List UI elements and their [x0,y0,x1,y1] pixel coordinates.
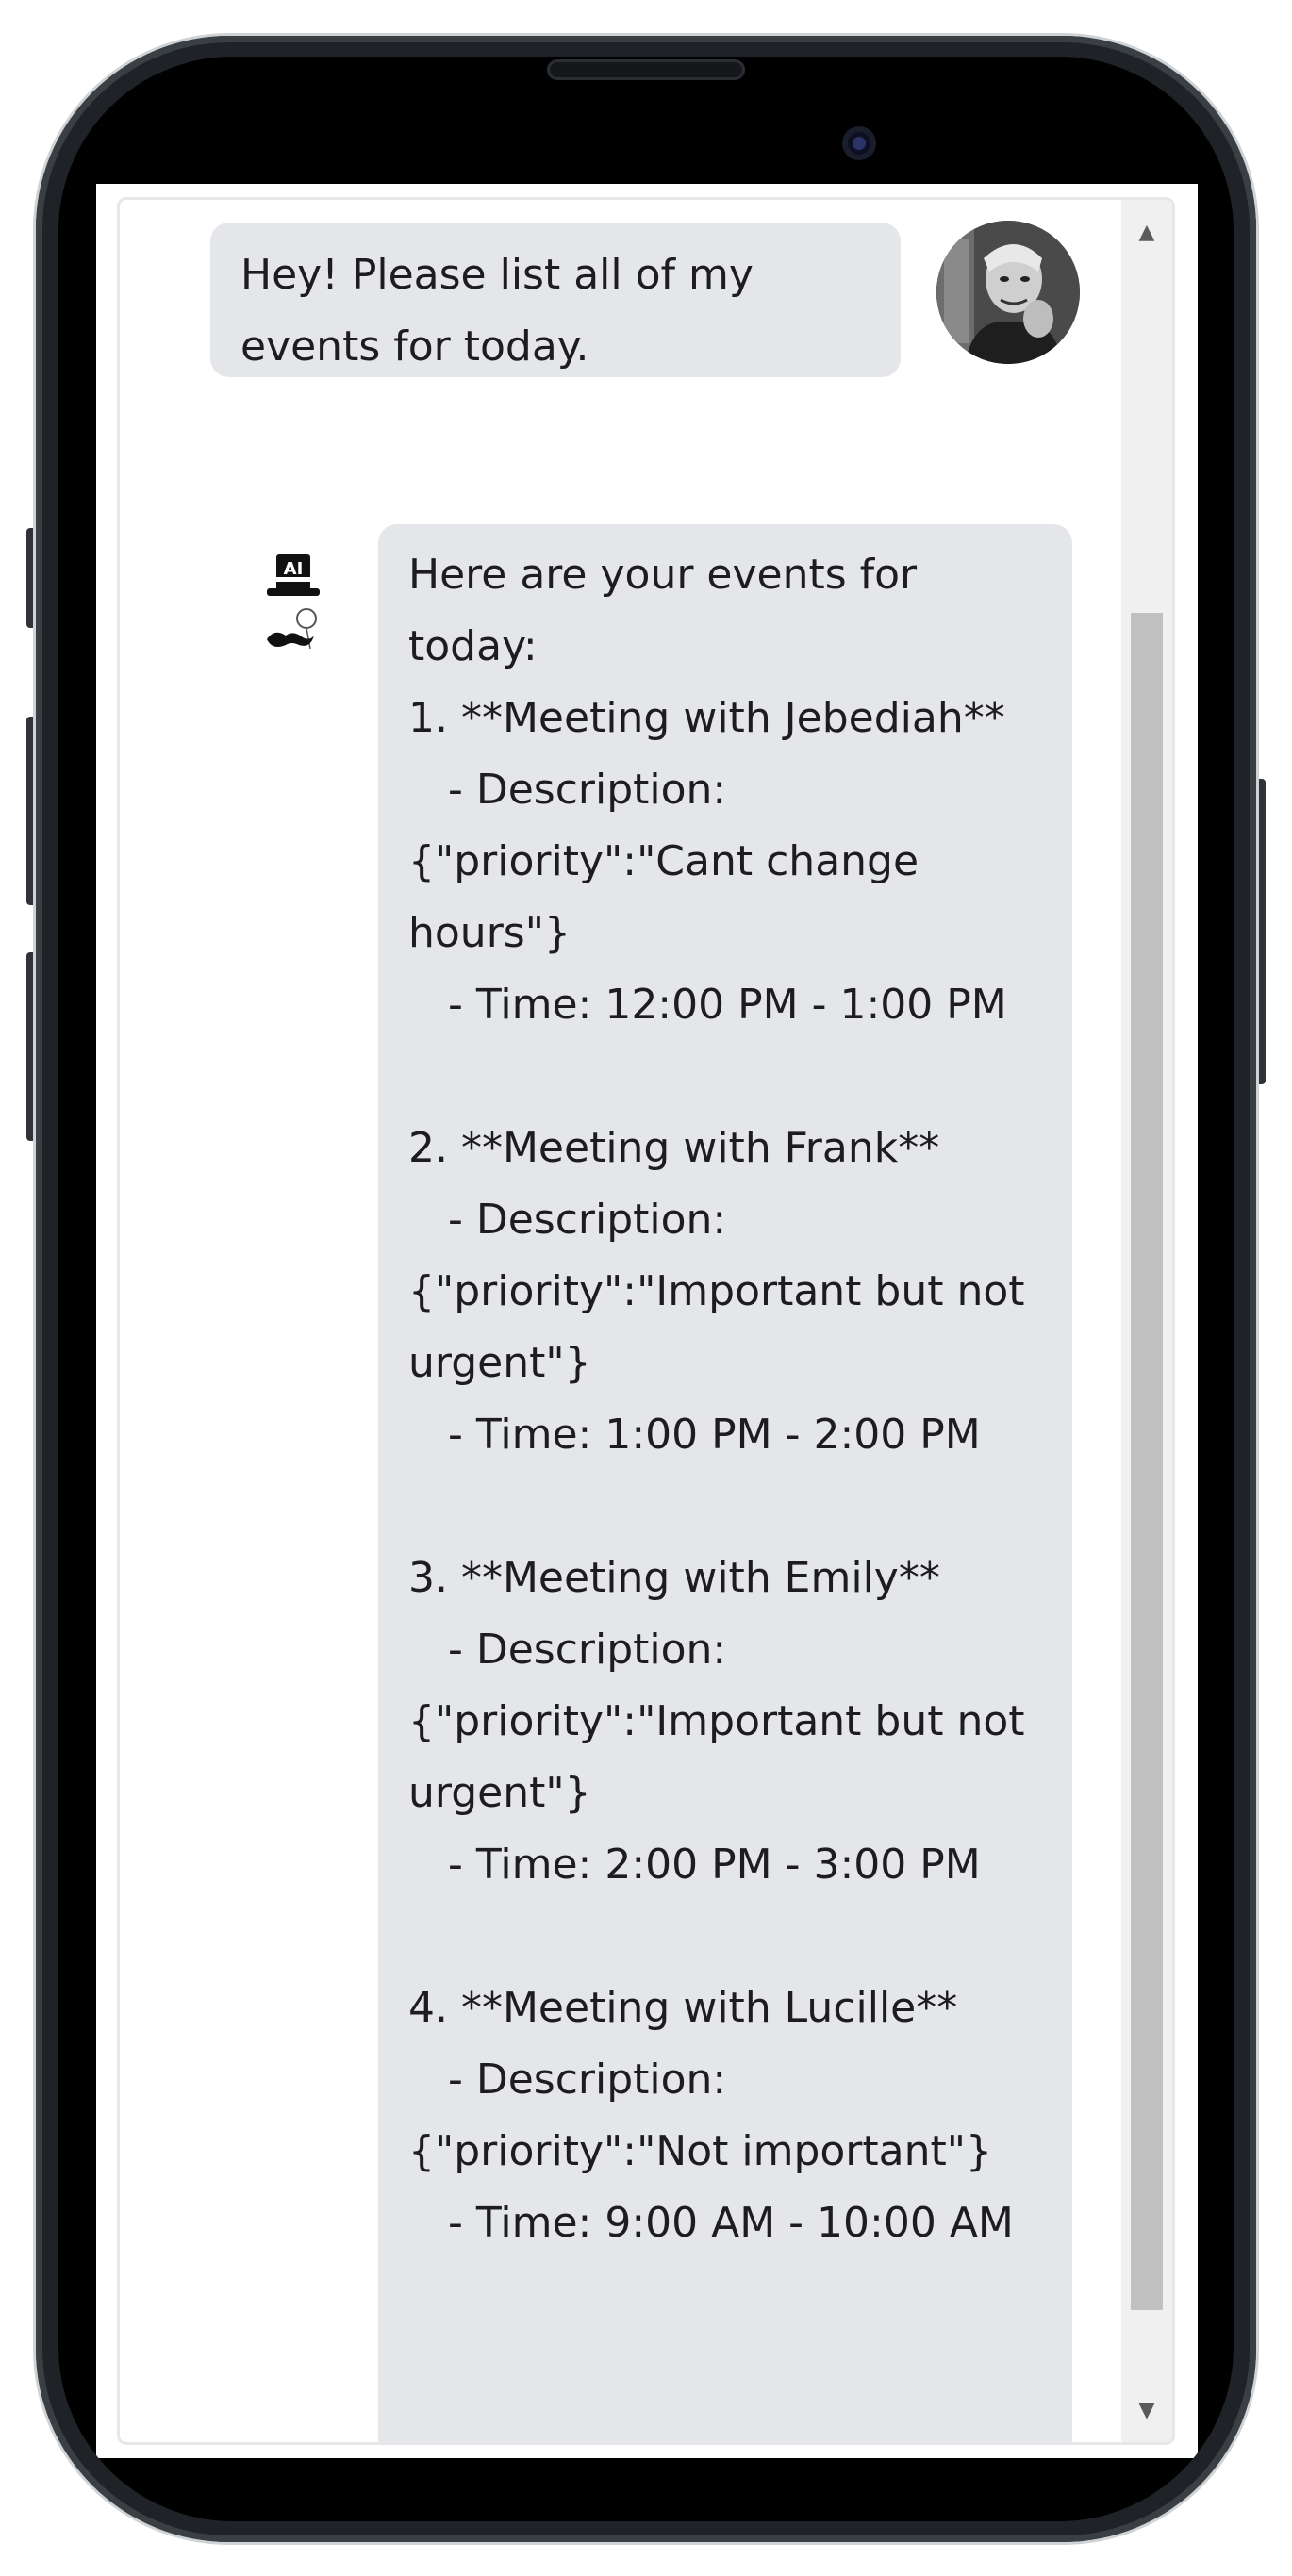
earpiece-speaker [547,59,745,80]
user-message-bubble: Hey! Please list all of my events for to… [210,223,901,377]
phone-bezel: Hey! Please list all of my events for to… [58,57,1234,2521]
front-camera [842,126,876,160]
triangle-up-icon[interactable]: ▲ [1121,213,1172,251]
user-portrait-icon [936,221,1080,364]
vertical-scrollbar[interactable]: ▲ ▼ [1121,200,1172,2442]
triangle-down-icon[interactable]: ▼ [1121,2391,1172,2429]
top-hat-monocle-icon: AI [261,551,327,654]
chat-window: Hey! Please list all of my events for to… [117,197,1175,2445]
bot-avatar-label: AI [284,559,304,579]
scrollbar-thumb[interactable] [1131,613,1163,2310]
phone-frame: Hey! Please list all of my events for to… [36,36,1256,2542]
user-avatar [936,221,1080,364]
phone-notch [420,57,876,160]
chat-scroll-area[interactable]: Hey! Please list all of my events for to… [120,200,1119,2442]
bot-message-bubble: Here are your events for today: 1. **Mee… [378,524,1072,2442]
phone-screen: Hey! Please list all of my events for to… [96,184,1198,2458]
